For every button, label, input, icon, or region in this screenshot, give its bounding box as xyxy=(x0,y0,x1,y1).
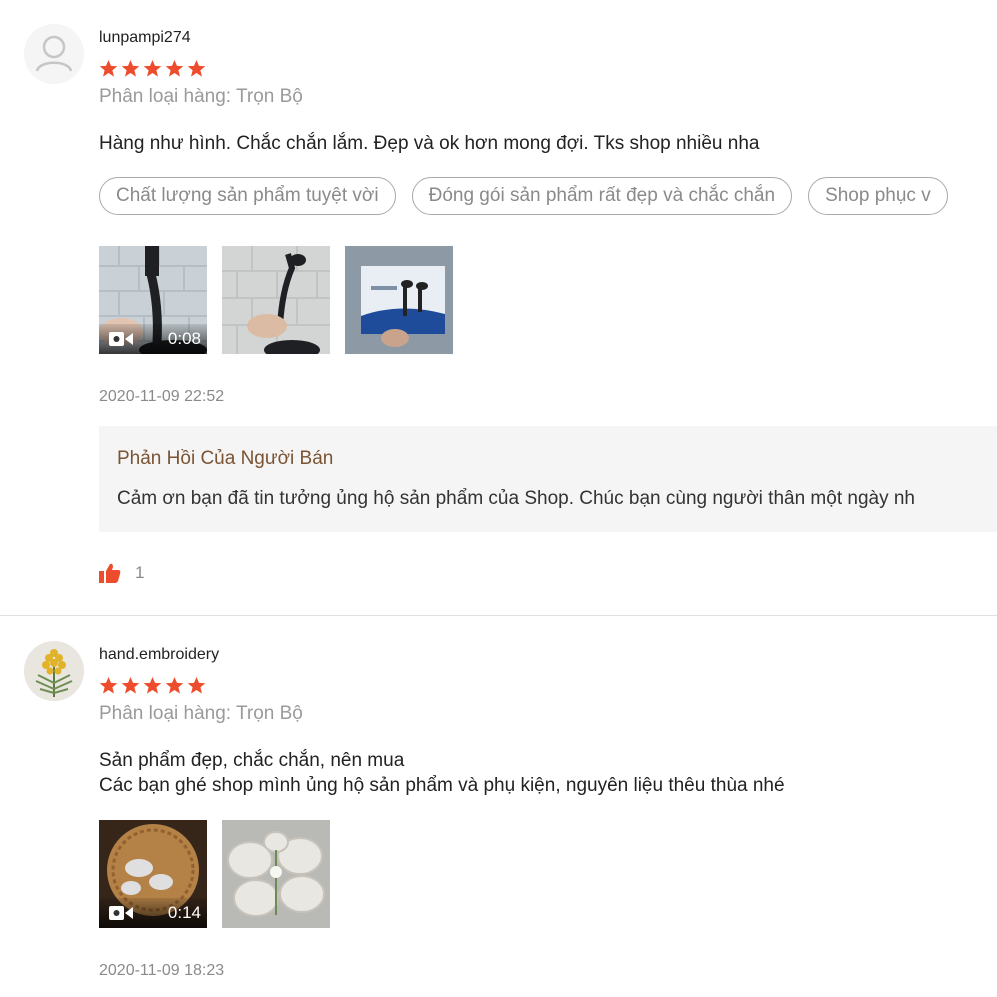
comment-line: Các bạn ghé shop mình ủng hộ sản phẩm và… xyxy=(99,775,785,796)
video-overlay: 0:08 xyxy=(99,324,207,354)
review-video-thumbnail[interactable]: 0:14 xyxy=(99,820,207,928)
seller-reply-text: Cảm ơn bạn đã tin tưởng ủng hộ sản phẩm … xyxy=(117,488,915,509)
star-icon xyxy=(187,59,206,77)
username[interactable]: hand.embroidery xyxy=(99,646,219,664)
username[interactable]: lunpampi274 xyxy=(99,29,191,47)
avatar[interactable] xyxy=(24,641,84,701)
video-duration: 0:08 xyxy=(167,329,201,348)
like-count: 1 xyxy=(135,563,145,582)
review-photo xyxy=(222,820,330,928)
video-camera-icon xyxy=(109,906,133,920)
product-variation: Phân loại hàng: Trọn Bộ xyxy=(99,703,303,724)
review-timestamp: 2020-11-09 18:23 xyxy=(99,962,225,979)
star-icon xyxy=(99,59,118,77)
star-icon xyxy=(143,676,162,694)
review-image-thumbnail[interactable] xyxy=(345,246,453,354)
star-icon xyxy=(187,676,206,694)
comment-line: Sản phẩm đẹp, chắc chắn, nên mua xyxy=(99,750,405,771)
review-photo xyxy=(222,246,330,354)
star-icon xyxy=(121,676,140,694)
review-image-thumbnail[interactable] xyxy=(222,246,330,354)
review-tags: Chất lượng sản phẩm tuyệt vời Đóng gói s… xyxy=(99,177,948,215)
seller-reply-title: Phản Hồi Của Người Bán xyxy=(117,448,334,469)
thumbs-up-icon xyxy=(99,563,121,583)
review-image-thumbnail[interactable] xyxy=(222,820,330,928)
review-comment: Hàng như hình. Chắc chắn lắm. Đẹp và ok … xyxy=(99,131,759,156)
rating-stars xyxy=(99,59,206,78)
review-photo xyxy=(345,246,453,354)
star-icon xyxy=(165,59,184,77)
review-divider xyxy=(0,615,997,616)
avatar-image xyxy=(24,641,84,701)
star-icon xyxy=(121,59,140,77)
review-tag[interactable]: Shop phục v xyxy=(808,177,948,215)
seller-reply: Phản Hồi Của Người Bán Cảm ơn bạn đã tin… xyxy=(99,426,997,532)
review-media: 0:08 xyxy=(99,246,453,354)
review-tag[interactable]: Đóng gói sản phẩm rất đẹp và chắc chắn xyxy=(411,177,793,215)
review-tag[interactable]: Chất lượng sản phẩm tuyệt vời xyxy=(99,177,396,215)
user-icon xyxy=(24,24,84,84)
product-variation: Phân loại hàng: Trọn Bộ xyxy=(99,86,303,107)
rating-stars xyxy=(99,676,206,695)
video-camera-icon xyxy=(109,332,133,346)
video-duration: 0:14 xyxy=(167,903,201,922)
review-comment: Sản phẩm đẹp, chắc chắn, nên mua Các bạn… xyxy=(99,748,785,798)
star-icon xyxy=(143,59,162,77)
star-icon xyxy=(165,676,184,694)
star-icon xyxy=(99,676,118,694)
review-timestamp: 2020-11-09 22:52 xyxy=(99,388,225,405)
like-button[interactable]: 1 xyxy=(99,563,144,583)
avatar[interactable] xyxy=(24,24,84,84)
review-video-thumbnail[interactable]: 0:08 xyxy=(99,246,207,354)
comment-line: Hàng như hình. Chắc chắn lắm. Đẹp và ok … xyxy=(99,133,760,154)
review-media: 0:14 xyxy=(99,820,330,928)
video-overlay: 0:14 xyxy=(99,898,207,928)
